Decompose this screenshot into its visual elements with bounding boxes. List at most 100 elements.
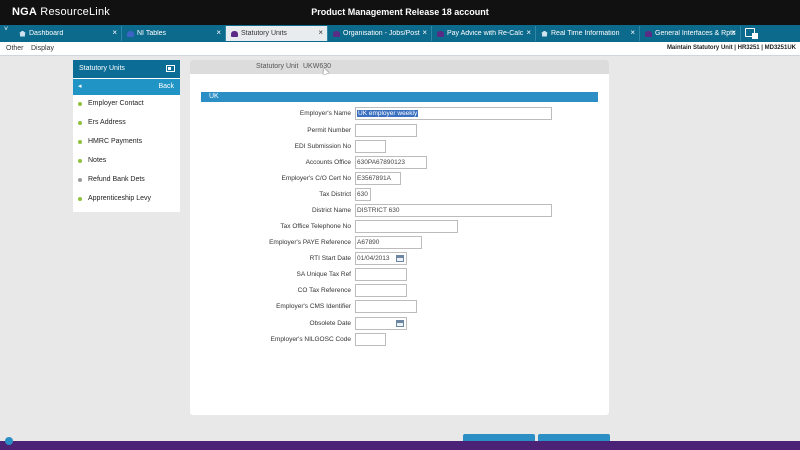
field-row: District Name DISTRICT 630 [190, 204, 609, 217]
paye-reference-input[interactable]: A67890 [355, 236, 422, 249]
sa-unique-tax-ref-input[interactable] [355, 268, 407, 281]
status-dot-icon [78, 140, 82, 144]
close-icon[interactable]: × [112, 28, 117, 37]
sidebar-item-label: Ers Address [88, 119, 126, 126]
field-label: Employer's CMS Identifier [276, 303, 351, 310]
field-value: E3567891A [357, 175, 391, 182]
calendar-icon[interactable] [396, 255, 404, 262]
sidebar-item-apprenticeship-levy[interactable]: Apprenticeship Levy [73, 190, 180, 209]
field-label: SA Unique Tax Ref [296, 271, 351, 278]
close-icon[interactable]: × [318, 28, 323, 37]
folder-icon [437, 30, 444, 37]
sidebar-header: Statutory Units [73, 60, 180, 78]
footer-bar [0, 441, 800, 450]
field-row: Obsolete Date [190, 317, 609, 330]
sidebar-title: Statutory Units [79, 65, 125, 72]
accounts-office-input[interactable]: 630PA67890123 [355, 156, 427, 169]
field-row: CO Tax Reference [190, 284, 609, 297]
breadcrumb: Maintain Statutory Unit | HR3251 | MD325… [666, 45, 796, 51]
field-label: Accounts Office [305, 159, 351, 166]
title-bar: NGA ResourceLink Product Management Rele… [0, 0, 800, 25]
sidebar-item-label: Apprenticeship Levy [88, 195, 152, 202]
tab-real-time-information[interactable]: Real Time Information × [536, 26, 640, 41]
sidebar: Statutory Units ◂ Back Employer Contact … [73, 60, 180, 212]
tab-menu-chevron-icon[interactable]: ˅ [4, 26, 8, 33]
tab-bar: ˅ Dashboard × NI Tables × Statutory Units ×… [0, 25, 800, 42]
help-icon[interactable] [5, 437, 13, 445]
status-dot-icon [78, 159, 82, 163]
calendar-icon[interactable] [396, 320, 404, 327]
field-label: Employer's C/O Cert No [281, 175, 351, 182]
sidebar-item-employer-contact[interactable]: Employer Contact [73, 95, 180, 114]
tax-office-telephone-input[interactable] [355, 220, 458, 233]
status-dot-icon [78, 121, 82, 125]
field-value: 630 [357, 191, 368, 198]
obsolete-date-input[interactable] [355, 317, 407, 330]
co-tax-reference-input[interactable] [355, 284, 407, 297]
status-dot-icon [78, 178, 82, 182]
statutory-unit-panel: Statutory Unit UKW630 UK Employer's Name… [190, 60, 609, 415]
tab-general-interfaces[interactable]: General Interfaces & Rpts × [640, 26, 741, 41]
tab-dashboard[interactable]: Dashboard × [14, 26, 122, 41]
field-row: Accounts Office 630PA67890123 [190, 156, 609, 169]
field-label: District Name [311, 207, 351, 214]
field-value: A67890 [357, 239, 380, 246]
tab-label: General Interfaces & Rpts [655, 30, 736, 37]
employers-name-input[interactable]: UK employer weekly [355, 107, 552, 120]
sidebar-item-label: Employer Contact [88, 100, 144, 107]
nilgosc-code-input[interactable] [355, 333, 386, 346]
panel-toggle-icon[interactable] [166, 65, 175, 72]
sidebar-item-notes[interactable]: Notes [73, 152, 180, 171]
field-label: Employer's Name [299, 110, 351, 117]
field-label: Obsolete Date [309, 320, 351, 327]
field-label: Employer's NILGOSC Code [270, 336, 351, 343]
tab-organisation-jobs-post[interactable]: Organisation - Jobs/Post × [328, 26, 432, 41]
sidebar-item-hmrc-payments[interactable]: HMRC Payments [73, 133, 180, 152]
folder-icon [645, 30, 652, 37]
rti-start-date-input[interactable]: 01/04/2013 [355, 252, 407, 265]
field-row: Employer's C/O Cert No E3567891A [190, 172, 609, 185]
field-row: SA Unique Tax Ref [190, 268, 609, 281]
tab-statutory-units[interactable]: Statutory Units × [226, 26, 328, 41]
field-value: DISTRICT 630 [357, 207, 400, 214]
field-value: 01/04/2013 [357, 255, 390, 262]
field-row: Employer's CMS Identifier [190, 300, 609, 313]
tab-label: NI Tables [137, 30, 167, 37]
field-label: Permit Number [307, 127, 351, 134]
field-row: Tax Office Telephone No [190, 220, 609, 233]
sidebar-item-ers-address[interactable]: Ers Address [73, 114, 180, 133]
close-icon[interactable]: × [731, 28, 736, 37]
tab-ni-tables[interactable]: NI Tables × [122, 26, 226, 41]
tax-district-input[interactable]: 630 [355, 188, 371, 201]
field-row: EDI Submission No [190, 140, 609, 153]
tab-label: Pay Advice with Re-Calc [447, 30, 524, 37]
tab-label: Dashboard [29, 30, 64, 37]
field-row: Employer's Name UK employer weekly [190, 107, 609, 120]
menu-other[interactable]: Other [6, 45, 24, 52]
field-value: 630PA67890123 [357, 159, 405, 166]
folder-icon [231, 30, 238, 37]
field-row: RTI Start Date 01/04/2013 [190, 252, 609, 265]
section-header-uk: UK [201, 92, 598, 102]
cms-identifier-input[interactable] [355, 300, 417, 313]
close-icon[interactable]: × [526, 28, 531, 37]
status-dot-icon [78, 197, 82, 201]
district-name-input[interactable]: DISTRICT 630 [355, 204, 552, 217]
close-icon[interactable]: × [216, 28, 221, 37]
close-icon[interactable]: × [630, 28, 635, 37]
new-window-icon[interactable] [745, 28, 758, 39]
field-label: Tax District [319, 191, 351, 198]
folder-icon [333, 30, 340, 37]
sidebar-item-refund-bank-dets[interactable]: Refund Bank Dets [73, 171, 180, 190]
back-arrow-icon: ◂ [78, 83, 82, 90]
tab-pay-advice[interactable]: Pay Advice with Re-Calc × [432, 26, 536, 41]
close-icon[interactable]: × [422, 28, 427, 37]
edi-submission-no-input[interactable] [355, 140, 386, 153]
home-icon [19, 30, 26, 37]
home-icon [541, 30, 548, 37]
menu-display[interactable]: Display [31, 45, 54, 52]
permit-number-input[interactable] [355, 124, 417, 137]
co-cert-no-input[interactable]: E3567891A [355, 172, 401, 185]
header-label: Statutory Unit [256, 63, 299, 70]
back-button[interactable]: ◂ Back [73, 79, 180, 95]
